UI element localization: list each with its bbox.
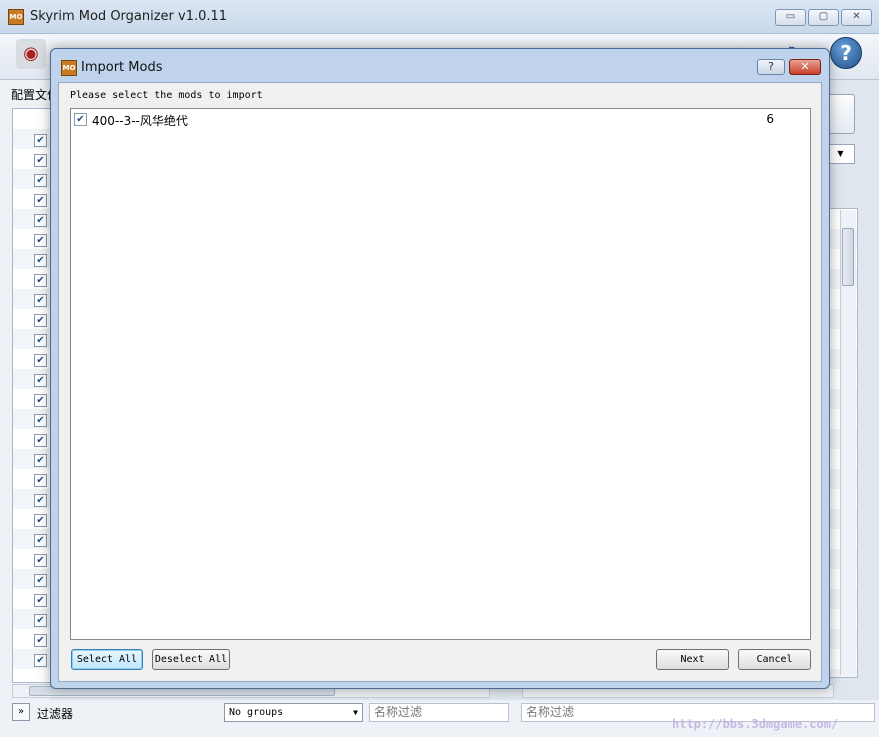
mod-checkbox[interactable]: ✔ <box>34 574 47 587</box>
mod-checkbox[interactable]: ✔ <box>34 454 47 467</box>
mod-checkbox[interactable]: ✔ <box>34 534 47 547</box>
mod-checkbox[interactable]: ✔ <box>34 474 47 487</box>
mod-checkbox[interactable]: ✔ <box>34 274 47 287</box>
dialog-instruction: Please select the mods to import <box>70 90 263 101</box>
mod-name: 400--3--风华绝代 <box>92 114 188 128</box>
mod-checkbox[interactable]: ✔ <box>34 434 47 447</box>
dialog-close-button[interactable]: ✕ <box>789 59 821 75</box>
close-button[interactable]: ✕ <box>841 9 872 26</box>
help-icon[interactable]: ? <box>830 37 862 69</box>
mod-checkbox[interactable]: ✔ <box>34 654 47 667</box>
next-button[interactable]: Next <box>656 649 729 670</box>
mod-checkbox[interactable]: ✔ <box>34 294 47 307</box>
mod-name-filter-input[interactable]: 名称过滤 <box>369 703 509 722</box>
app-icon: MO <box>8 9 24 25</box>
mod-checkbox[interactable]: ✔ <box>34 514 47 527</box>
dialog-titlebar[interactable]: MO Import Mods ? ✕ <box>51 49 829 83</box>
mod-checkbox[interactable]: ✔ <box>34 234 47 247</box>
groups-select-value: No groups <box>229 707 284 718</box>
install-mod-icon[interactable]: ◉ <box>16 39 46 69</box>
groups-select[interactable]: No groups ▼ <box>224 703 363 722</box>
dialog-help-button[interactable]: ? <box>757 59 785 75</box>
run-button[interactable] <box>826 94 855 134</box>
mod-checkbox[interactable]: ✔ <box>34 554 47 567</box>
dialog-title: Import Mods <box>81 60 163 75</box>
plugin-list-scroll-thumb[interactable] <box>842 228 854 286</box>
main-titlebar: MO Skyrim Mod Organizer v1.0.11 ▭ ▢ ✕ <box>0 0 879 34</box>
import-mods-dialog: MO Import Mods ? ✕ Please select the mod… <box>50 48 830 689</box>
mod-checkbox[interactable]: ✔ <box>34 494 47 507</box>
mod-checkbox[interactable]: ✔ <box>34 614 47 627</box>
mod-checkbox[interactable]: ✔ <box>34 414 47 427</box>
select-all-button[interactable]: Select All <box>71 649 143 670</box>
mod-checkbox[interactable]: ✔ <box>74 113 87 126</box>
expand-filters-button[interactable]: » <box>12 703 30 721</box>
mod-list-checkboxes: ✔ ✔ ✔ ✔ ✔ ✔ ✔ ✔ ✔ ✔ ✔ ✔ ✔ ✔ ✔ ✔ ✔ ✔ ✔ ✔ … <box>34 134 50 674</box>
mod-checkbox[interactable]: ✔ <box>34 374 47 387</box>
mod-checkbox[interactable]: ✔ <box>34 134 47 147</box>
dialog-body: Please select the mods to import ✔ 400--… <box>58 82 822 682</box>
mod-checkbox[interactable]: ✔ <box>34 394 47 407</box>
mod-checkbox[interactable]: ✔ <box>34 154 47 167</box>
mod-checkbox[interactable]: ✔ <box>34 354 47 367</box>
list-item[interactable]: ✔ 400--3--风华绝代 6 <box>74 111 808 129</box>
import-mods-list: ✔ 400--3--风华绝代 6 <box>70 108 811 640</box>
window-title: Skyrim Mod Organizer v1.0.11 <box>30 9 228 24</box>
cancel-button[interactable]: Cancel <box>738 649 811 670</box>
mod-checkbox[interactable]: ✔ <box>34 594 47 607</box>
deselect-all-button[interactable]: Deselect All <box>152 649 230 670</box>
mod-checkbox[interactable]: ✔ <box>34 174 47 187</box>
mod-checkbox[interactable]: ✔ <box>34 634 47 647</box>
filter-label: 过滤器 <box>37 707 74 721</box>
chevron-down-icon: ▼ <box>353 708 358 717</box>
mod-checkbox[interactable]: ✔ <box>34 214 47 227</box>
mod-count: 6 <box>766 112 774 126</box>
watermark: http://bbs.3dmgame.com/ <box>672 717 839 731</box>
mod-checkbox[interactable]: ✔ <box>34 334 47 347</box>
mod-checkbox[interactable]: ✔ <box>34 254 47 267</box>
mod-checkbox[interactable]: ✔ <box>34 314 47 327</box>
mod-checkbox[interactable]: ✔ <box>34 194 47 207</box>
restore-button[interactable]: ▢ <box>808 9 839 26</box>
minimize-button[interactable]: ▭ <box>775 9 806 26</box>
dialog-app-icon: MO <box>61 60 77 76</box>
executable-dropdown[interactable]: ▼ <box>826 144 855 164</box>
